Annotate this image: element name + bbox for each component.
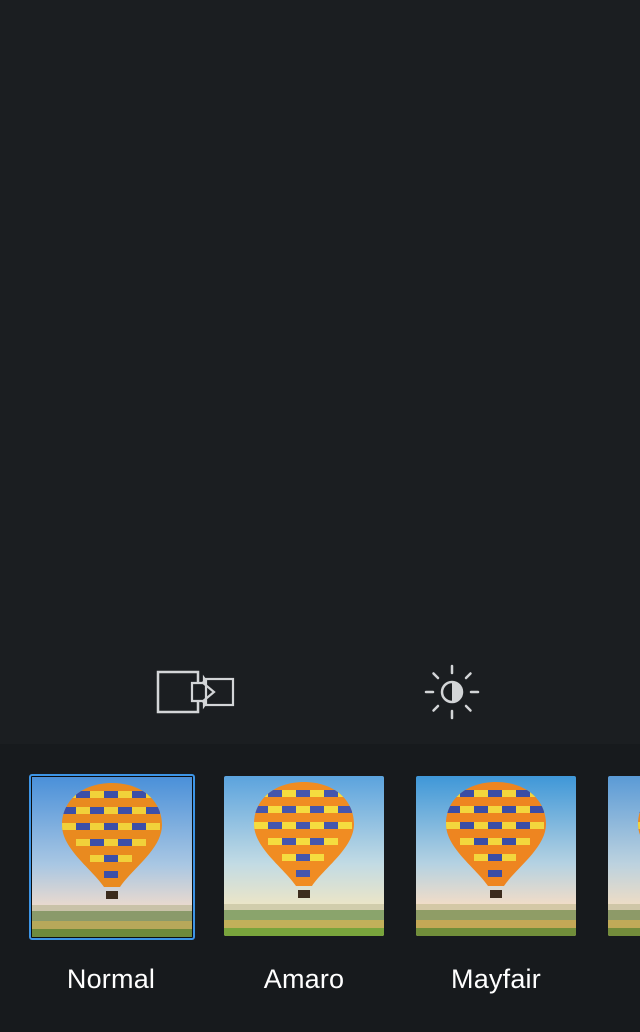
- lux-tool-button[interactable]: [418, 660, 486, 724]
- tool-bar: [0, 640, 640, 744]
- balloon-image: [416, 776, 576, 936]
- filter-amaro[interactable]: Amaro: [222, 744, 386, 1032]
- border-tool-button[interactable]: [148, 660, 244, 724]
- filter-thumbnail: [608, 776, 640, 936]
- filter-normal[interactable]: Normal: [29, 744, 195, 1032]
- filter-label: Normal: [66, 964, 156, 994]
- filter-label: Mayfair: [451, 964, 541, 994]
- lux-brightness-icon: [424, 664, 480, 720]
- balloon-image: [608, 776, 640, 936]
- photo-preview-area: [0, 0, 640, 640]
- filter-strip[interactable]: Normal Amaro Mayfair: [0, 744, 640, 1032]
- filter-thumbnail: [29, 774, 195, 940]
- filter-thumbnail: [416, 776, 576, 936]
- filter-mayfair[interactable]: Mayfair: [414, 744, 578, 1032]
- border-toggle-icon: [156, 670, 235, 714]
- balloon-image: [32, 777, 192, 937]
- filter-thumbnail: [224, 776, 384, 936]
- filter-next-partial[interactable]: [606, 744, 640, 1032]
- filter-editor-screen: Normal Amaro Mayfair: [0, 0, 640, 1032]
- filter-label: Amaro: [263, 964, 345, 994]
- balloon-image: [224, 776, 384, 936]
